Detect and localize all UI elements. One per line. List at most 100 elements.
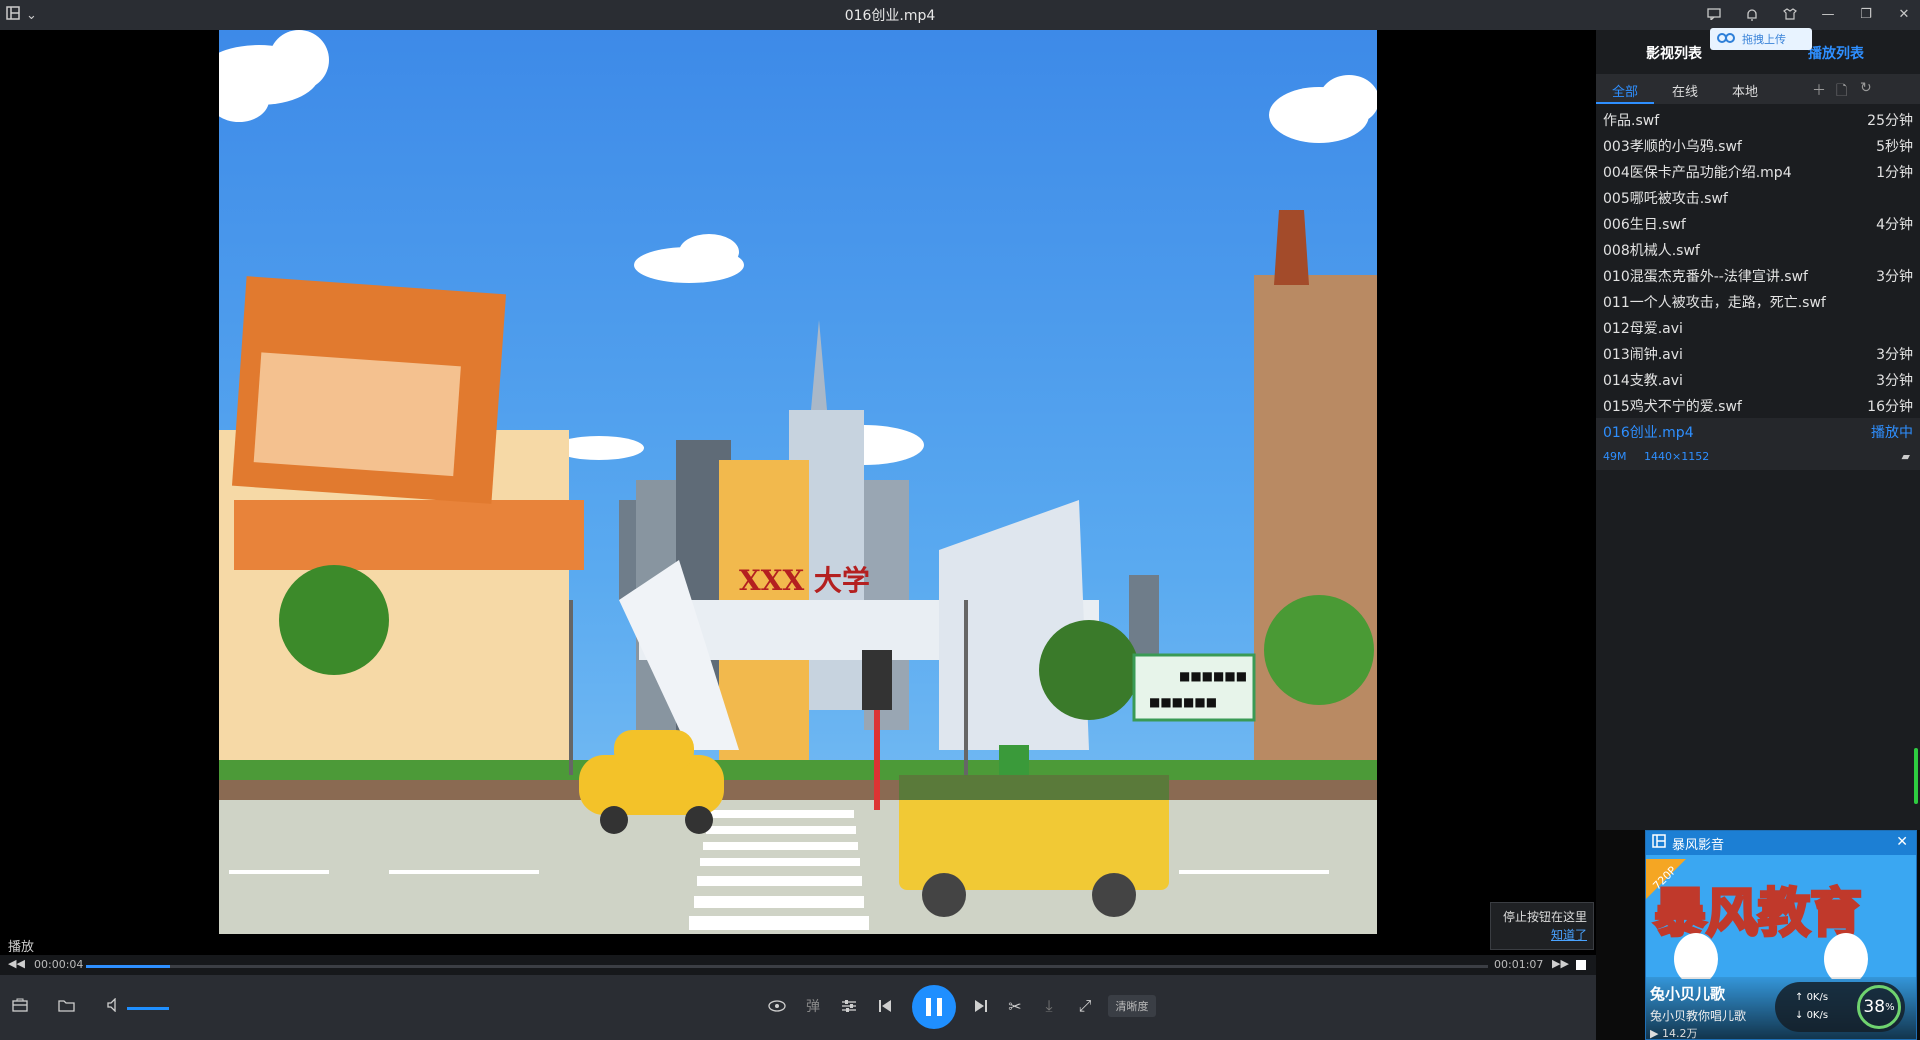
video-frame: XXX 大学 ■■■■■■ ■■■■■■: [219, 30, 1377, 934]
network-speed-widget[interactable]: ↑ 0K/s ↓ 0K/s 38%: [1775, 982, 1905, 1032]
toolbox-icon[interactable]: [10, 995, 30, 1015]
filter-local[interactable]: 本地: [1732, 81, 1758, 100]
fast-forward-icon[interactable]: ▶▶: [1552, 957, 1569, 970]
playlist-item[interactable]: 006生日.swf 4分钟: [1596, 210, 1920, 236]
tab-media-list[interactable]: 影视列表: [1646, 43, 1702, 63]
stop-tip-ok-link[interactable]: 知道了: [1497, 926, 1587, 944]
equalizer-icon[interactable]: [838, 995, 860, 1017]
playlist: 作品.swf 25分钟 003孝顺的小乌鸦.swf 5秒钟 004医保卡产品功能介绍.m…: [1596, 106, 1920, 470]
pause-icon: [926, 998, 931, 1016]
filter-online[interactable]: 在线: [1672, 81, 1698, 100]
playlist-item-name: 015鸡犬不宁的爱.swf: [1603, 399, 1742, 415]
playlist-item-duration: 3分钟: [1876, 347, 1913, 363]
signpost-top-text: ■■■■■■: [1179, 669, 1247, 683]
memory-percent-sign: %: [1885, 1001, 1895, 1013]
playlist-item-name: 010混蛋杰克番外--法律宣讲.swf: [1603, 269, 1808, 285]
playlist-item-duration: 3分钟: [1876, 269, 1913, 285]
upload-speed: ↑ 0K/s: [1795, 992, 1829, 1003]
seek-bar-fill: [86, 965, 171, 968]
feedback-icon[interactable]: [1704, 4, 1724, 24]
cloud-upload-tip[interactable]: 拖拽上传: [1710, 28, 1812, 50]
playlist-item-name: 013闹钟.avi: [1603, 347, 1683, 363]
restore-icon[interactable]: ❐: [1856, 4, 1876, 24]
playlist-item-name: 005哪吒被攻击.swf: [1603, 191, 1728, 207]
volume-icon[interactable]: [104, 995, 124, 1015]
close-icon[interactable]: ✕: [1894, 4, 1914, 24]
sidebar-scrollbar[interactable]: [1914, 748, 1918, 804]
add-icon[interactable]: ＋: [1812, 80, 1826, 100]
upload-speed-value: 0K/s: [1806, 992, 1829, 1003]
rewind-icon[interactable]: ◀◀: [8, 957, 25, 970]
ad-title: 兔小贝儿歌: [1650, 985, 1726, 1003]
pause-icon-bar: [937, 998, 942, 1016]
playlist-item-name: 016创业.mp4: [1603, 425, 1694, 441]
minimize-icon[interactable]: —: [1818, 4, 1838, 24]
playlist-item[interactable]: 010混蛋杰克番外--法律宣讲.swf 3分钟: [1596, 262, 1920, 288]
refresh-icon[interactable]: ↻: [1860, 80, 1872, 96]
next-icon[interactable]: [970, 995, 992, 1017]
playlist-item[interactable]: 005哪吒被攻击.swf: [1596, 184, 1920, 210]
pause-button[interactable]: [912, 985, 956, 1029]
ad-banner-graphic: 720P 暴风教育: [1646, 859, 1868, 979]
playlist-item[interactable]: 015鸡犬不宁的爱.swf 16分钟: [1596, 392, 1920, 418]
playlist-item-duration: 16分钟: [1867, 399, 1913, 415]
current-time: 00:00:04: [34, 958, 84, 971]
playlist-item-name: 004医保卡产品功能介绍.mp4: [1603, 165, 1792, 181]
memory-percent-value: 38: [1863, 997, 1886, 1017]
playlist-item[interactable]: 014支教.avi 3分钟: [1596, 366, 1920, 392]
playlist-item[interactable]: 作品.swf 25分钟: [1596, 106, 1920, 132]
playlist-item[interactable]: 013闹钟.avi 3分钟: [1596, 340, 1920, 366]
upload-tip-label: 拖拽上传: [1742, 33, 1786, 46]
playback-status: 播放: [8, 940, 35, 955]
playlist-item[interactable]: 004医保卡产品功能介绍.mp4 1分钟: [1596, 158, 1920, 184]
open-folder-icon[interactable]: [56, 995, 76, 1015]
ad-header: 暴风影音 ✕: [1646, 831, 1916, 855]
playlist-item-name: 006生日.swf: [1603, 217, 1686, 233]
playlist-item-duration: 4分钟: [1876, 217, 1913, 233]
playlist-item-name: 012母爱.avi: [1603, 321, 1683, 337]
ad-close-icon[interactable]: ✕: [1896, 834, 1908, 850]
baidu-cloud-icon: [1716, 31, 1736, 48]
gate-sign: XXX 大学: [739, 564, 870, 597]
stop-tip-text: 停止按钮在这里: [1502, 910, 1587, 924]
volume-slider[interactable]: [127, 1007, 169, 1010]
playlist-item-duration: 5秒钟: [1876, 139, 1913, 155]
fullscreen-icon[interactable]: ⤢: [1074, 995, 1096, 1017]
seek-bar[interactable]: [86, 965, 1488, 968]
quality-button[interactable]: 清晰度: [1108, 995, 1156, 1017]
playlist-item[interactable]: 012母爱.avi: [1596, 314, 1920, 340]
skin-icon[interactable]: [1780, 4, 1800, 24]
playlist-item[interactable]: 016创业.mp4 播放中: [1596, 418, 1920, 444]
cartoon-street-scene: XXX 大学 ■■■■■■ ■■■■■■: [219, 30, 1377, 934]
danmaku-button[interactable]: 弹: [802, 995, 824, 1017]
playlist-item-name: 作品.swf: [1603, 113, 1660, 129]
ad-brand: 暴风影音: [1672, 837, 1725, 853]
filter-all[interactable]: 全部: [1612, 81, 1638, 100]
file-size: 49M: [1603, 450, 1627, 463]
control-bar: 弹 ✂ ⤓ ⤢ 清晰度: [0, 975, 1596, 1040]
stop-icon[interactable]: [1576, 960, 1586, 970]
playlist-item[interactable]: 003孝顺的小乌鸦.swf 5秒钟: [1596, 132, 1920, 158]
video-area[interactable]: XXX 大学 ■■■■■■ ■■■■■■ 播放 停止按钮在这里 知道了: [0, 30, 1596, 955]
tab-playlist[interactable]: 播放列表: [1808, 43, 1864, 63]
open-folder-icon[interactable]: ▰: [1902, 450, 1910, 463]
download-speed-value: 0K/s: [1806, 1010, 1829, 1021]
bell-icon[interactable]: [1742, 4, 1762, 24]
memory-percent: 38%: [1857, 985, 1901, 1029]
scissors-icon[interactable]: ✂: [1004, 995, 1026, 1017]
add-file-icon[interactable]: 🗋: [1836, 80, 1847, 104]
playlist-item-duration: 1分钟: [1876, 165, 1913, 181]
signpost-bottom-text: ■■■■■■: [1149, 695, 1217, 709]
download-icon[interactable]: ⤓: [1038, 995, 1060, 1017]
playlist-item[interactable]: 008机械人.swf: [1596, 236, 1920, 262]
filter-underline: [1596, 102, 1654, 104]
playlist-item-name: 003孝顺的小乌鸦.swf: [1603, 139, 1742, 155]
ad-headline: 暴风教育: [1654, 884, 1862, 944]
previous-icon[interactable]: [874, 995, 896, 1017]
title-bar: ⌄ 016创业.mp4 — ❐ ✕: [0, 0, 1920, 30]
playlist-item[interactable]: 011一个人被攻击，走路，死亡.swf: [1596, 288, 1920, 314]
eye-protect-icon[interactable]: [766, 995, 788, 1017]
ad-views-count: 14.2万: [1661, 1027, 1698, 1040]
ad-views: ▶ 14.2万: [1650, 1027, 1698, 1040]
progress-row: ◀◀ 00:00:04 00:01:07 ▶▶: [0, 955, 1596, 975]
